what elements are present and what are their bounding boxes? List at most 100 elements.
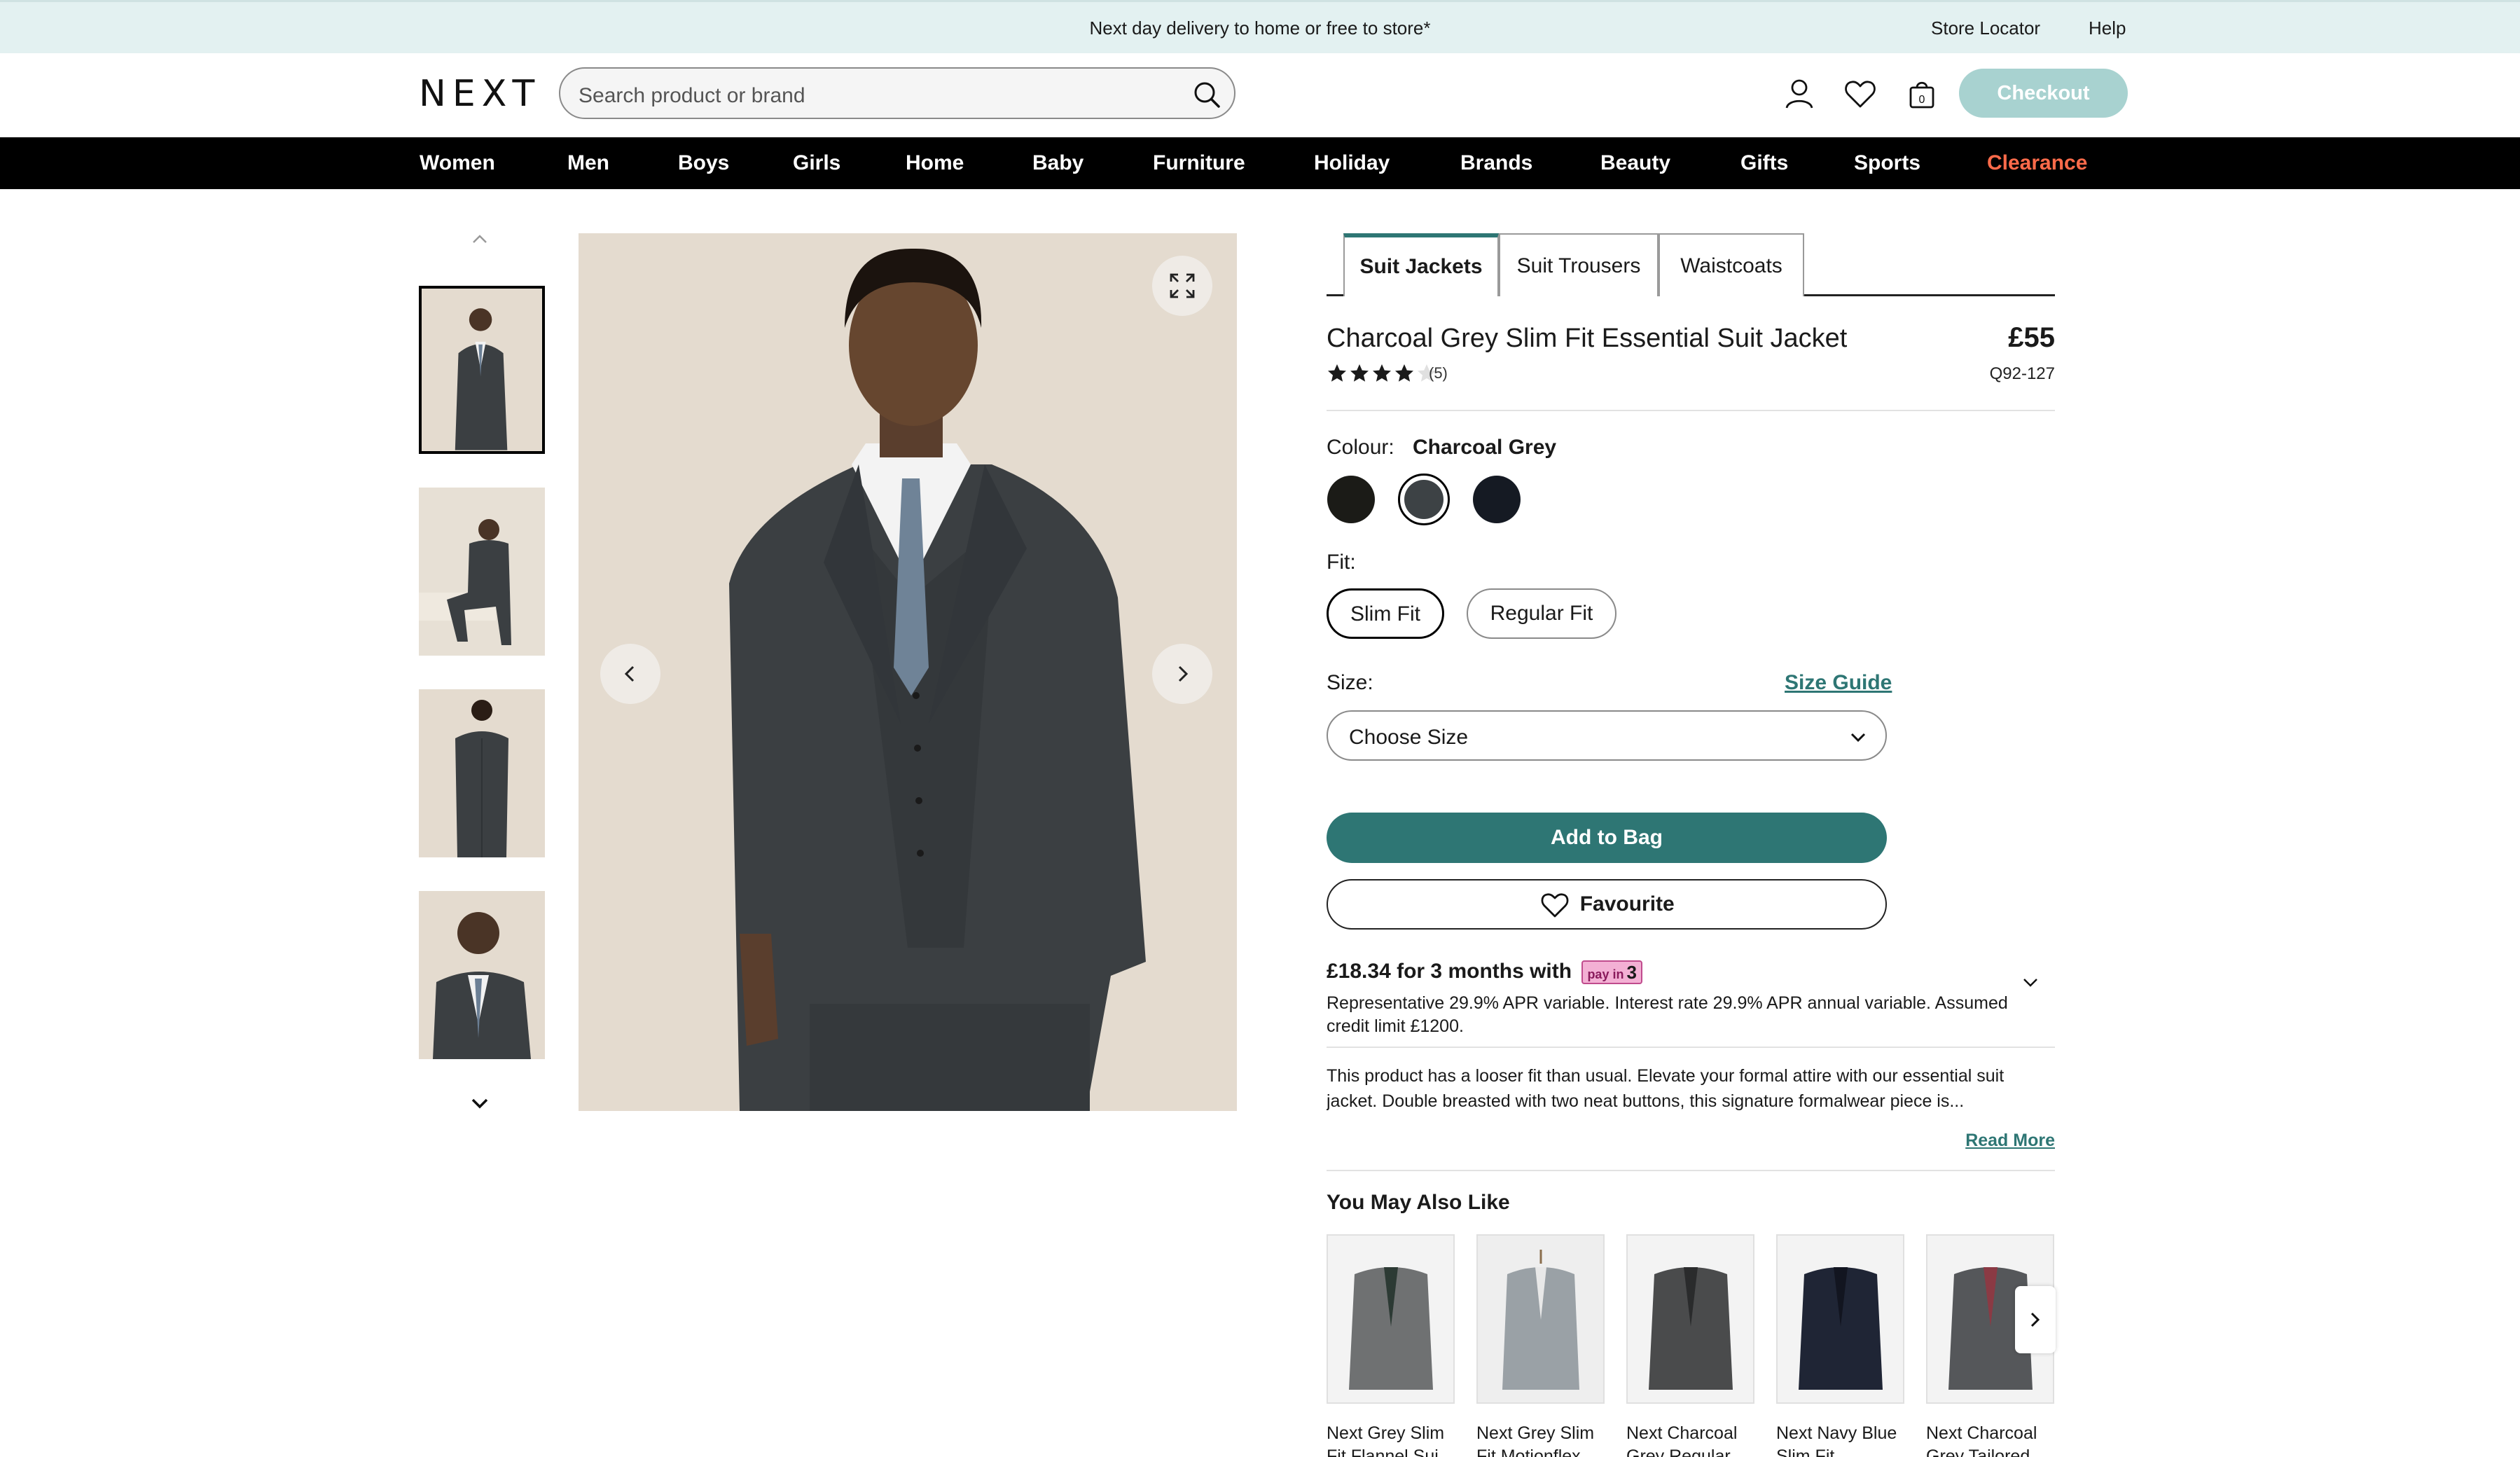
rating-stars[interactable] bbox=[1327, 363, 1439, 384]
recommendation-name[interactable]: Next Grey Slim Fit Flannel Sui... bbox=[1327, 1422, 1455, 1457]
thumbnail-2[interactable] bbox=[419, 488, 545, 656]
swatch-dot bbox=[1404, 480, 1444, 519]
store-locator-link[interactable]: Store Locator bbox=[1931, 18, 2040, 39]
pay-in-3-terms: Representative 29.9% APR variable. Inter… bbox=[1327, 993, 2008, 1036]
chevron-right-icon bbox=[2030, 1312, 2040, 1327]
star-filled-icon bbox=[1395, 364, 1413, 382]
fit-label: Fit: bbox=[1327, 551, 1356, 574]
help-link[interactable]: Help bbox=[2089, 18, 2126, 39]
recommendation-name[interactable]: Next Charcoal Grey Tailored... bbox=[1926, 1422, 2054, 1457]
nav-item-clearance[interactable]: Clearance bbox=[1987, 151, 2087, 175]
recommendation-name[interactable]: Next Charcoal Grey Regular... bbox=[1626, 1422, 1754, 1457]
recommendation-name[interactable]: Next Grey Slim Fit Motionflex... bbox=[1476, 1422, 1605, 1457]
pay-in-3-amount: £18.34 for 3 months with bbox=[1327, 960, 1572, 983]
recommendation-image[interactable] bbox=[1327, 1234, 1455, 1404]
heart-icon bbox=[1541, 893, 1569, 918]
main-nav: Women Men Boys Girls Home Baby Furniture… bbox=[0, 137, 2520, 189]
colour-label: Colour: bbox=[1327, 436, 1394, 459]
bag-count: 0 bbox=[1919, 94, 1925, 106]
star-filled-icon bbox=[1373, 364, 1391, 382]
previous-image-button[interactable] bbox=[600, 644, 660, 704]
product-sku: Q92-127 bbox=[1989, 364, 2055, 383]
product-title: Charcoal Grey Slim Fit Essential Suit Ja… bbox=[1327, 324, 1848, 353]
site-header: NEXT Search product or brand 0 Checkout bbox=[0, 53, 2520, 137]
nav-item-girls[interactable]: Girls bbox=[793, 151, 840, 175]
recommendation-image[interactable] bbox=[1626, 1234, 1754, 1404]
swatch-dot bbox=[1327, 476, 1375, 523]
review-count[interactable]: (5) bbox=[1429, 364, 1448, 382]
product-photo bbox=[579, 233, 1237, 1111]
size-guide-link[interactable]: Size Guide bbox=[1785, 671, 1892, 695]
chevron-down-icon[interactable] bbox=[2020, 972, 2041, 993]
account-icon[interactable] bbox=[1781, 76, 1818, 112]
recommendation-card[interactable]: Next Charcoal Grey Regular... bbox=[1626, 1234, 1754, 1457]
pay-in-3-badge-number: 3 bbox=[1626, 962, 1637, 983]
tab-suit-trousers[interactable]: Suit Trousers bbox=[1499, 233, 1659, 296]
thumbnails-down-chevron-icon[interactable] bbox=[466, 1091, 494, 1117]
nav-item-sports[interactable]: Sports bbox=[1854, 151, 1920, 175]
recommendations-next-button[interactable] bbox=[2015, 1286, 2056, 1353]
pay-in-3-badge-text: pay in bbox=[1587, 967, 1624, 982]
recommendation-card[interactable]: Next Grey Slim Fit Motionflex... bbox=[1476, 1234, 1605, 1457]
search-input[interactable]: Search product or brand bbox=[559, 67, 1235, 119]
colour-swatch-black[interactable] bbox=[1325, 474, 1377, 525]
divider bbox=[1327, 1047, 2055, 1048]
fit-option-regular[interactable]: Regular Fit bbox=[1467, 588, 1616, 639]
expand-image-button[interactable] bbox=[1152, 256, 1212, 316]
recommendation-card[interactable]: Next Navy Blue Slim Fit... bbox=[1776, 1234, 1904, 1457]
add-to-bag-button[interactable]: Add to Bag bbox=[1327, 813, 1887, 863]
chevron-left-icon bbox=[624, 665, 635, 682]
pay-in-3-heading[interactable]: £18.34 for 3 months with pay in 3 bbox=[1327, 960, 1642, 985]
nav-item-boys[interactable]: Boys bbox=[678, 151, 729, 175]
recommendation-card[interactable]: Next Grey Slim Fit Flannel Sui... bbox=[1327, 1234, 1455, 1457]
nav-item-home[interactable]: Home bbox=[906, 151, 964, 175]
bag-icon[interactable]: 0 bbox=[1904, 76, 1940, 112]
size-select[interactable]: Choose Size bbox=[1327, 710, 1887, 761]
recommendation-image[interactable] bbox=[1776, 1234, 1904, 1404]
promo-message[interactable]: Next day delivery to home or free to sto… bbox=[0, 18, 2520, 39]
next-logo[interactable]: NEXT bbox=[419, 73, 541, 115]
read-more-link[interactable]: Read More bbox=[1965, 1131, 2055, 1151]
tab-suit-jackets[interactable]: Suit Jackets bbox=[1343, 233, 1499, 296]
nav-item-beauty[interactable]: Beauty bbox=[1600, 151, 1670, 175]
size-select-value: Choose Size bbox=[1349, 726, 1469, 749]
nav-item-baby[interactable]: Baby bbox=[1032, 151, 1084, 175]
product-description: This product has a looser fit than usual… bbox=[1327, 1066, 2005, 1111]
nav-item-holiday[interactable]: Holiday bbox=[1314, 151, 1390, 175]
product-type-tabs: Suit Jackets Suit Trousers Waistcoats bbox=[1327, 233, 2055, 296]
nav-item-gifts[interactable]: Gifts bbox=[1740, 151, 1788, 175]
thumbnail-3[interactable] bbox=[419, 689, 545, 857]
colour-value: Charcoal Grey bbox=[1413, 436, 1557, 459]
thumbnail-1[interactable] bbox=[419, 286, 545, 454]
nav-item-women[interactable]: Women bbox=[420, 151, 495, 175]
nav-item-furniture[interactable]: Furniture bbox=[1153, 151, 1245, 175]
thumbnail-4[interactable] bbox=[419, 891, 545, 1059]
you-may-also-like-title: You May Also Like bbox=[1327, 1191, 1510, 1214]
tab-waistcoats[interactable]: Waistcoats bbox=[1659, 233, 1804, 296]
favourite-button[interactable]: Favourite bbox=[1327, 879, 1887, 930]
colour-swatch-navy[interactable] bbox=[1471, 474, 1523, 525]
nav-item-men[interactable]: Men bbox=[567, 151, 609, 175]
expand-icon bbox=[1170, 273, 1195, 298]
fit-option-slim[interactable]: Slim Fit bbox=[1327, 588, 1444, 639]
main-product-image[interactable] bbox=[579, 233, 1237, 1111]
colour-swatch-charcoal-grey[interactable] bbox=[1398, 474, 1450, 525]
favourite-label: Favourite bbox=[1579, 892, 1675, 916]
size-label: Size: bbox=[1327, 671, 1373, 694]
chevron-down-icon bbox=[1850, 733, 1866, 743]
search-placeholder: Search product or brand bbox=[579, 84, 805, 107]
divider bbox=[1327, 1170, 2055, 1171]
checkout-button[interactable]: Checkout bbox=[1959, 69, 2128, 118]
nav-item-brands[interactable]: Brands bbox=[1460, 151, 1532, 175]
thumbnails-up-chevron-icon[interactable] bbox=[466, 228, 494, 249]
recommendation-image[interactable] bbox=[1476, 1234, 1605, 1404]
chevron-right-icon bbox=[1178, 665, 1189, 682]
pay-in-3-badge: pay in 3 bbox=[1581, 960, 1642, 985]
next-image-button[interactable] bbox=[1152, 644, 1212, 704]
recommendation-name[interactable]: Next Navy Blue Slim Fit... bbox=[1776, 1422, 1904, 1457]
promo-bar: Next day delivery to home or free to sto… bbox=[0, 0, 2520, 53]
star-filled-icon bbox=[1328, 364, 1346, 382]
heart-icon[interactable] bbox=[1842, 76, 1878, 112]
product-price: £55 bbox=[2008, 322, 2055, 353]
search-icon[interactable] bbox=[1191, 78, 1223, 111]
